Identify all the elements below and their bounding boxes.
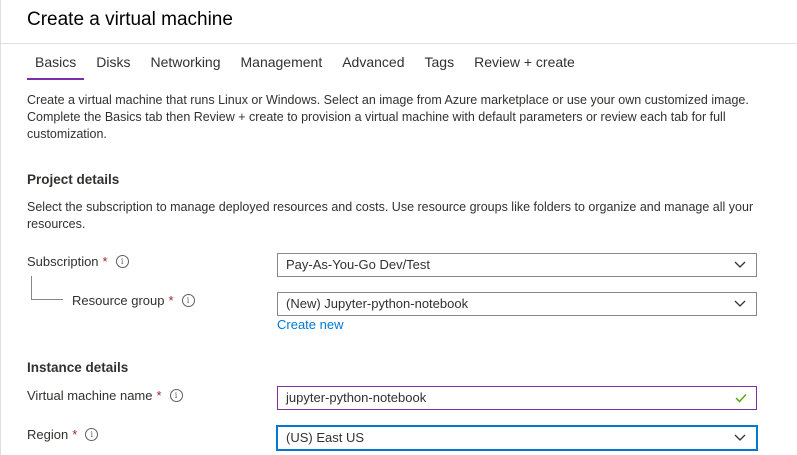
resource-group-dropdown[interactable]: (New) Jupyter-python-notebook — [277, 292, 757, 316]
subscription-label: Subscription * i — [27, 254, 129, 269]
intro-line-2: Complete the Basics tab then Review + cr… — [27, 110, 726, 141]
subscription-value: Pay-As-You-Go Dev/Test — [286, 257, 431, 272]
info-icon[interactable]: i — [115, 255, 129, 268]
tree-connector-line — [31, 276, 63, 300]
info-icon[interactable]: i — [169, 389, 183, 402]
vm-name-value: jupyter-python-notebook — [286, 390, 427, 405]
project-details-title: Project details — [27, 172, 120, 187]
required-marker: * — [168, 293, 174, 308]
required-marker: * — [102, 254, 108, 269]
region-value: (US) East US — [286, 430, 365, 445]
subscription-label-text: Subscription — [27, 254, 99, 269]
create-new-link[interactable]: Create new — [277, 317, 343, 332]
tab-tags[interactable]: Tags — [425, 52, 455, 80]
vm-name-label: Virtual machine name * i — [27, 388, 183, 403]
instance-details-title: Instance details — [27, 360, 129, 375]
required-marker: * — [72, 427, 78, 442]
tab-disks[interactable]: Disks — [96, 52, 130, 80]
create-vm-page: Create a virtual machine Basics Disks Ne… — [0, 0, 797, 455]
tab-basics[interactable]: Basics — [26, 52, 85, 80]
info-icon[interactable]: i — [85, 428, 99, 441]
required-marker: * — [156, 388, 162, 403]
vm-name-input[interactable]: jupyter-python-notebook — [277, 386, 757, 410]
tab-networking[interactable]: Networking — [150, 52, 220, 80]
resource-group-label-text: Resource group — [72, 293, 165, 308]
info-icon[interactable]: i — [181, 294, 195, 307]
page-title: Create a virtual machine — [27, 9, 233, 30]
resource-group-value: (New) Jupyter-python-notebook — [286, 296, 469, 311]
vm-name-label-text: Virtual machine name — [27, 388, 153, 403]
intro-line-1: Create a virtual machine that runs Linux… — [27, 93, 749, 107]
region-label: Region * i — [27, 427, 99, 442]
project-details-description: Select the subscription to manage deploy… — [27, 200, 754, 231]
page-header: Create a virtual machine — [1, 0, 797, 44]
region-label-text: Region — [27, 427, 69, 442]
tab-advanced[interactable]: Advanced — [342, 52, 404, 80]
intro-text: Create a virtual machine that runs Linux… — [27, 92, 767, 143]
chevron-down-icon — [734, 300, 746, 307]
chevron-down-icon — [734, 261, 746, 268]
tab-bar: Basics Disks Networking Management Advan… — [25, 52, 585, 80]
chevron-down-icon — [734, 434, 746, 441]
subscription-dropdown[interactable]: Pay-As-You-Go Dev/Test — [277, 253, 757, 277]
checkmark-icon — [735, 394, 747, 403]
region-dropdown[interactable]: (US) East US — [277, 426, 757, 450]
resource-group-label: Resource group * i — [72, 293, 195, 308]
tab-management[interactable]: Management — [241, 52, 323, 80]
tab-review-create[interactable]: Review + create — [474, 52, 575, 80]
